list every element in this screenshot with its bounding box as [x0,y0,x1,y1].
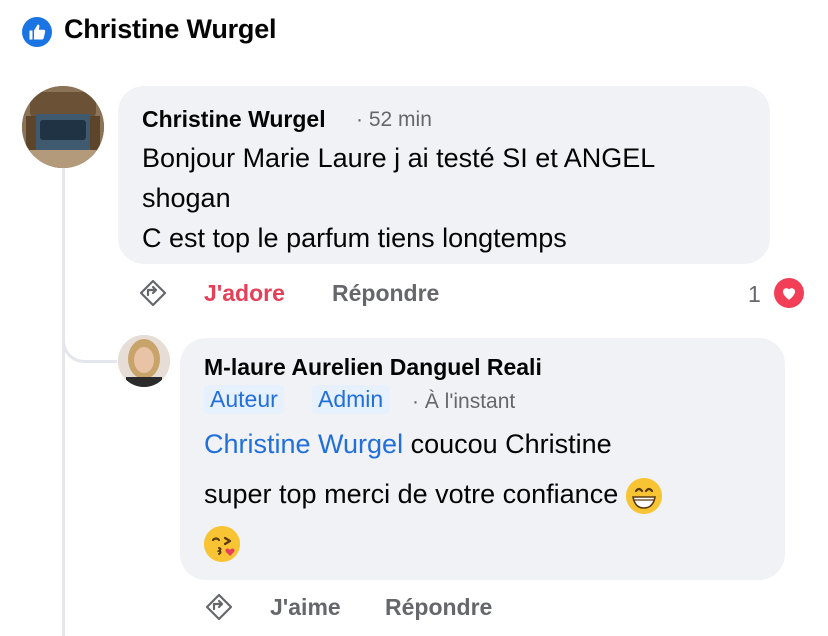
time-separator: · [356,108,363,131]
comment-text: coucou Christine [410,429,612,459]
time-text: À l'instant [424,390,516,413]
comment-time[interactable]: · À l'instant [412,390,515,414]
heart-icon[interactable] [774,278,804,308]
author-badge: Auteur [204,385,284,414]
reply-button[interactable]: Répondre [332,280,439,307]
like-badge-icon [22,17,52,47]
comment-text-line: super top merci de votre confiance [204,474,662,514]
reaction-count[interactable]: 1 [748,281,761,308]
avatar[interactable] [118,335,170,387]
comment-line: C est top le parfum tiens longtemps [142,223,567,253]
comment-author[interactable]: M-laure Aurelien Danguel Reali [204,354,542,381]
thread-line [62,168,65,636]
reply-connector [62,320,117,363]
admin-badge: Admin [312,385,390,414]
page-title[interactable]: Christine Wurgel [64,14,277,45]
comment-author[interactable]: Christine Wurgel [142,106,326,133]
avatar[interactable] [22,86,104,168]
like-button[interactable]: J'aime [270,594,341,621]
react-button[interactable]: J'adore [204,280,285,307]
share-diamond-icon[interactable] [138,278,168,308]
comment-text: Bonjour Marie Laure j ai testé SI et ANG… [142,138,752,258]
share-diamond-icon[interactable] [204,592,234,622]
comment-text-line: Christine Wurgel coucou Christine [204,424,612,464]
time-separator: · [412,390,419,413]
kissing-face-heart-emoji-icon [204,526,240,562]
comment-time[interactable]: · 52 min [356,108,432,132]
time-text: 52 min [368,108,432,131]
comment-text: super top merci de votre confiance [204,479,619,509]
like-thumb-icon [29,24,46,40]
grinning-face-emoji-icon [625,477,662,514]
mention-link[interactable]: Christine Wurgel [204,429,403,459]
reply-button[interactable]: Répondre [385,594,492,621]
comment-line: Bonjour Marie Laure j ai testé SI et ANG… [142,143,656,173]
comment-line: shogan [142,183,231,213]
